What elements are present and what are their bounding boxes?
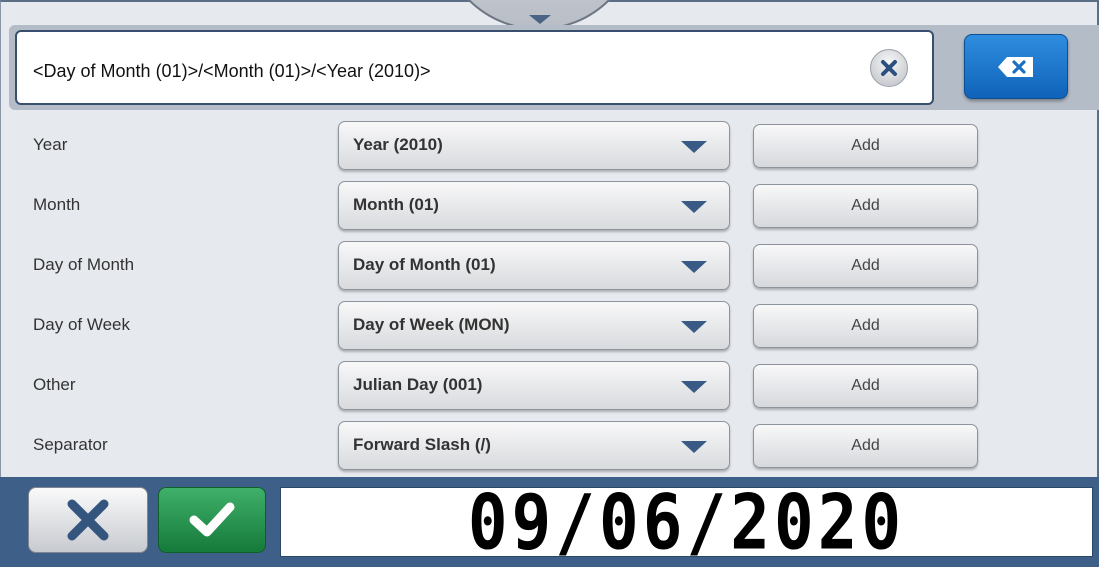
day-of-week-dropdown[interactable]: Day of Week (MON) — [338, 301, 730, 350]
dropdown-value: Day of Week (MON) — [353, 315, 510, 334]
cancel-button[interactable] — [28, 487, 148, 553]
date-preview: 09/06/2020 — [280, 478, 1093, 566]
dropdown-arrow-icon — [681, 261, 707, 273]
close-icon — [881, 60, 897, 76]
add-day-of-month-button[interactable]: Add — [753, 244, 978, 288]
dropdown-value: Julian Day (001) — [353, 375, 483, 394]
dropdown-value: Day of Month (01) — [353, 255, 496, 274]
row-label-day-of-month: Day of Month — [33, 255, 135, 274]
dropdown-value: Month (01) — [353, 195, 439, 214]
row-label-month: Month — [33, 195, 81, 214]
row-label-separator: Separator — [33, 435, 108, 454]
format-text-field[interactable]: <Day of Month (01)>/<Month (01)>/<Year (… — [15, 30, 934, 105]
clear-text-button[interactable] — [870, 49, 908, 87]
confirm-button[interactable] — [158, 487, 266, 553]
dropdown-arrow-icon — [681, 201, 707, 213]
add-month-button[interactable]: Add — [753, 184, 978, 228]
row-label-year: Year — [33, 135, 68, 154]
close-icon — [67, 499, 109, 541]
backspace-button[interactable] — [964, 34, 1068, 99]
chevron-down-icon — [529, 15, 551, 24]
add-day-of-week-button[interactable]: Add — [753, 304, 978, 348]
year-dropdown[interactable]: Year (2010) — [338, 121, 730, 170]
month-dropdown[interactable]: Month (01) — [338, 181, 730, 230]
add-year-button[interactable]: Add — [753, 124, 978, 168]
format-text-value: <Day of Month (01)>/<Month (01)>/<Year (… — [33, 61, 431, 81]
dropdown-arrow-icon — [681, 441, 707, 453]
backspace-icon — [998, 56, 1033, 77]
dropdown-value: Year (2010) — [353, 135, 443, 154]
row-label-day-of-week: Day of Week — [33, 315, 131, 334]
day-of-month-dropdown[interactable]: Day of Month (01) — [338, 241, 730, 290]
dropdown-arrow-icon — [681, 381, 707, 393]
dropdown-arrow-icon — [681, 141, 707, 153]
add-separator-button[interactable]: Add — [753, 424, 978, 468]
separator-dropdown[interactable]: Forward Slash (/) — [338, 421, 730, 470]
add-other-button[interactable]: Add — [753, 364, 978, 408]
row-label-other: Other — [33, 375, 76, 394]
checkmark-icon — [189, 502, 235, 537]
preview-value: 09/06/2020 — [467, 477, 906, 567]
dropdown-value: Forward Slash (/) — [353, 435, 491, 454]
dropdown-arrow-icon — [681, 321, 707, 333]
other-dropdown[interactable]: Julian Day (001) — [338, 361, 730, 410]
